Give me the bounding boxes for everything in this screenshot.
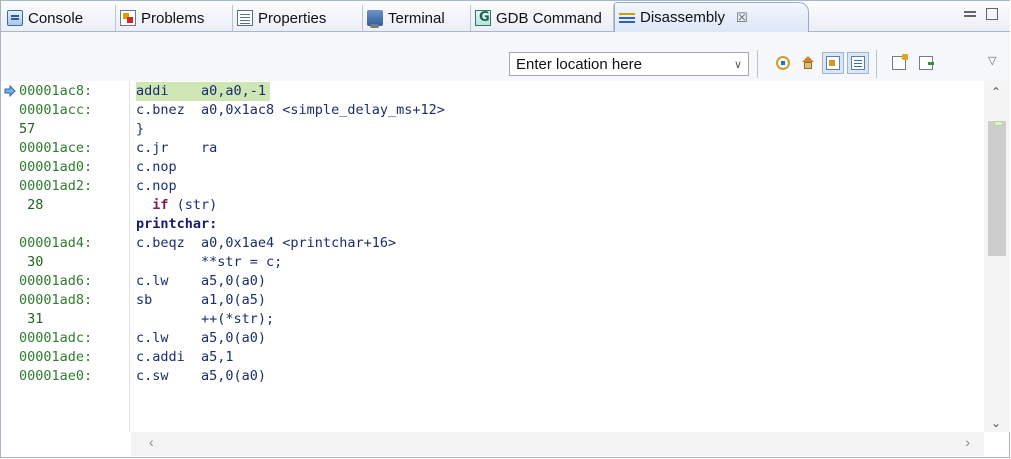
scroll-right-icon[interactable]: ›: [965, 434, 970, 450]
show-symbols-icon: [851, 56, 865, 70]
instruction-text: c.jr ra: [136, 140, 218, 156]
terminal-icon: [367, 10, 383, 28]
minimize-icon[interactable]: [964, 11, 976, 17]
address: 00001ac8:: [19, 83, 93, 99]
scroll-left-icon[interactable]: ‹: [149, 434, 154, 450]
close-tab-icon[interactable]: ☒: [736, 10, 748, 26]
instruction-row[interactable]: 00001ad4: c.beqz a0,0x1ae4 <printchar+16>: [1, 234, 984, 253]
source-text: }: [136, 121, 145, 137]
tab-problems[interactable]: Problems: [116, 5, 233, 31]
disassembly-text[interactable]: 00001ac8: addi a0,a0,-1 00001acc: c.bnez a0…: [1, 81, 984, 432]
tab-label: Console: [28, 9, 84, 27]
address: 00001ae0:: [19, 368, 93, 384]
source-line-number: 30: [19, 254, 44, 270]
instruction-text: c.addi a5,1: [136, 349, 234, 365]
source-line-row[interactable]: 28 if (str): [1, 196, 984, 215]
toolbar-separator: [876, 50, 877, 78]
instruction-row[interactable]: 00001ad6: c.lw a5,0(a0): [1, 272, 984, 291]
instruction-row[interactable]: 00001adc: c.lw a5,0(a0): [1, 329, 984, 348]
link-context-button[interactable]: [772, 52, 794, 74]
source-line-number: 28: [19, 197, 44, 213]
instruction-text: c.nop: [136, 178, 177, 194]
problems-icon: [120, 10, 136, 26]
tab-console[interactable]: Console: [3, 5, 116, 31]
source-line-row[interactable]: 30 **str = c;: [1, 253, 984, 272]
instruction-text: c.sw a5,0(a0): [136, 368, 267, 384]
address: 00001ade:: [19, 349, 93, 365]
address: 00001ad6:: [19, 273, 93, 289]
scrollbar-thumb[interactable]: [988, 121, 1006, 256]
instruction-text: c.lw a5,0(a0): [136, 330, 267, 346]
home-button[interactable]: [797, 52, 819, 74]
address: 00001ad4:: [19, 235, 93, 251]
instruction-text: c.lw a5,0(a0): [136, 273, 267, 289]
source-text: if (str): [152, 197, 218, 213]
address: 00001ad2:: [19, 178, 93, 194]
scroll-down-icon[interactable]: ⌄: [991, 416, 1001, 430]
tab-label: Problems: [141, 9, 205, 27]
instruction-row[interactable]: 00001ae0: c.sw a5,0(a0): [1, 367, 984, 386]
scroll-up-icon[interactable]: ⌃: [991, 85, 1001, 99]
overview-ruler-mark: [994, 121, 1003, 126]
vertical-scrollbar[interactable]: ⌃ ⌄: [984, 81, 1010, 432]
source-text: **str = c;: [136, 254, 283, 270]
function-label: printchar:: [136, 216, 218, 232]
home-icon: [801, 56, 815, 70]
maximize-icon[interactable]: [986, 8, 998, 20]
instruction-row[interactable]: 00001acc: c.bnez a0,0x1ac8 <simple_delay_…: [1, 101, 984, 120]
function-label-row[interactable]: printchar:: [1, 215, 984, 234]
show-symbols-button[interactable]: [847, 52, 869, 74]
chevron-down-icon[interactable]: ∨: [728, 58, 748, 71]
export-button[interactable]: [888, 52, 910, 74]
address: 00001ad8:: [19, 292, 93, 308]
location-input[interactable]: [510, 54, 728, 74]
instruction-row[interactable]: 00001ad8: sb a1,0(a5): [1, 291, 984, 310]
view-menu-icon[interactable]: ▽: [988, 54, 996, 67]
export-icon: [892, 54, 908, 70]
horizontal-scrollbar[interactable]: ‹ ›: [131, 432, 984, 456]
instruction-text: c.bnez a0,0x1ac8 <simple_delay_ms+12>: [136, 102, 445, 118]
console-icon: [7, 10, 23, 26]
instruction-row[interactable]: 00001ade: c.addi a5,1: [1, 348, 984, 367]
location-combo[interactable]: ∨: [509, 52, 749, 76]
instruction-text: c.beqz a0,0x1ae4 <printchar+16>: [136, 235, 397, 251]
show-source-icon: [826, 56, 840, 70]
instruction-text: c.nop: [136, 159, 177, 175]
instruction-row[interactable]: 00001ad0: c.nop: [1, 158, 984, 177]
tab-disassembly[interactable]: Disassembly ☒: [614, 2, 809, 32]
address: 00001acc:: [19, 102, 93, 118]
view-tab-bar: Console Problems Properties Terminal GDB…: [1, 1, 1010, 32]
disassembly-toolbar: ∨ ▽: [1, 32, 1010, 81]
tab-terminal[interactable]: Terminal: [363, 5, 471, 31]
gdb-command-icon: [475, 10, 491, 26]
source-line-row[interactable]: 57}: [1, 120, 984, 139]
tab-label: GDB Command: [496, 9, 602, 27]
instruction-text: sb a1,0(a5): [136, 292, 267, 308]
address: 00001ad0:: [19, 159, 93, 175]
current-instruction-arrow-icon: [4, 85, 16, 97]
source-line-row[interactable]: 31 ++(*str);: [1, 310, 984, 329]
source-text: ++(*str);: [136, 311, 275, 327]
toolbar-separator: [757, 50, 758, 78]
tab-label: Terminal: [388, 9, 445, 27]
instruction-text: addi a0,a0,-1: [136, 82, 271, 101]
tab-label: Properties: [258, 9, 327, 27]
instruction-row[interactable]: 00001ac8: addi a0,a0,-1: [1, 82, 984, 101]
instruction-row[interactable]: 00001ace: c.jr ra: [1, 139, 984, 158]
instruction-row[interactable]: 00001ad2: c.nop: [1, 177, 984, 196]
show-source-button[interactable]: [822, 52, 844, 74]
address: 00001adc:: [19, 330, 93, 346]
disassembly-view: Console Problems Properties Terminal GDB…: [0, 0, 1010, 458]
tab-properties[interactable]: Properties: [233, 5, 363, 31]
import-icon: [919, 56, 934, 70]
tab-label: Disassembly: [640, 9, 726, 26]
address: 00001ace:: [19, 140, 93, 156]
tab-gdb-command[interactable]: GDB Command: [471, 5, 614, 31]
import-button[interactable]: [915, 52, 937, 74]
sync-icon: [776, 56, 790, 70]
disassembly-icon: [619, 10, 635, 26]
source-line-number: 57: [19, 121, 36, 137]
source-line-number: 31: [19, 311, 44, 327]
properties-icon: [237, 10, 253, 26]
